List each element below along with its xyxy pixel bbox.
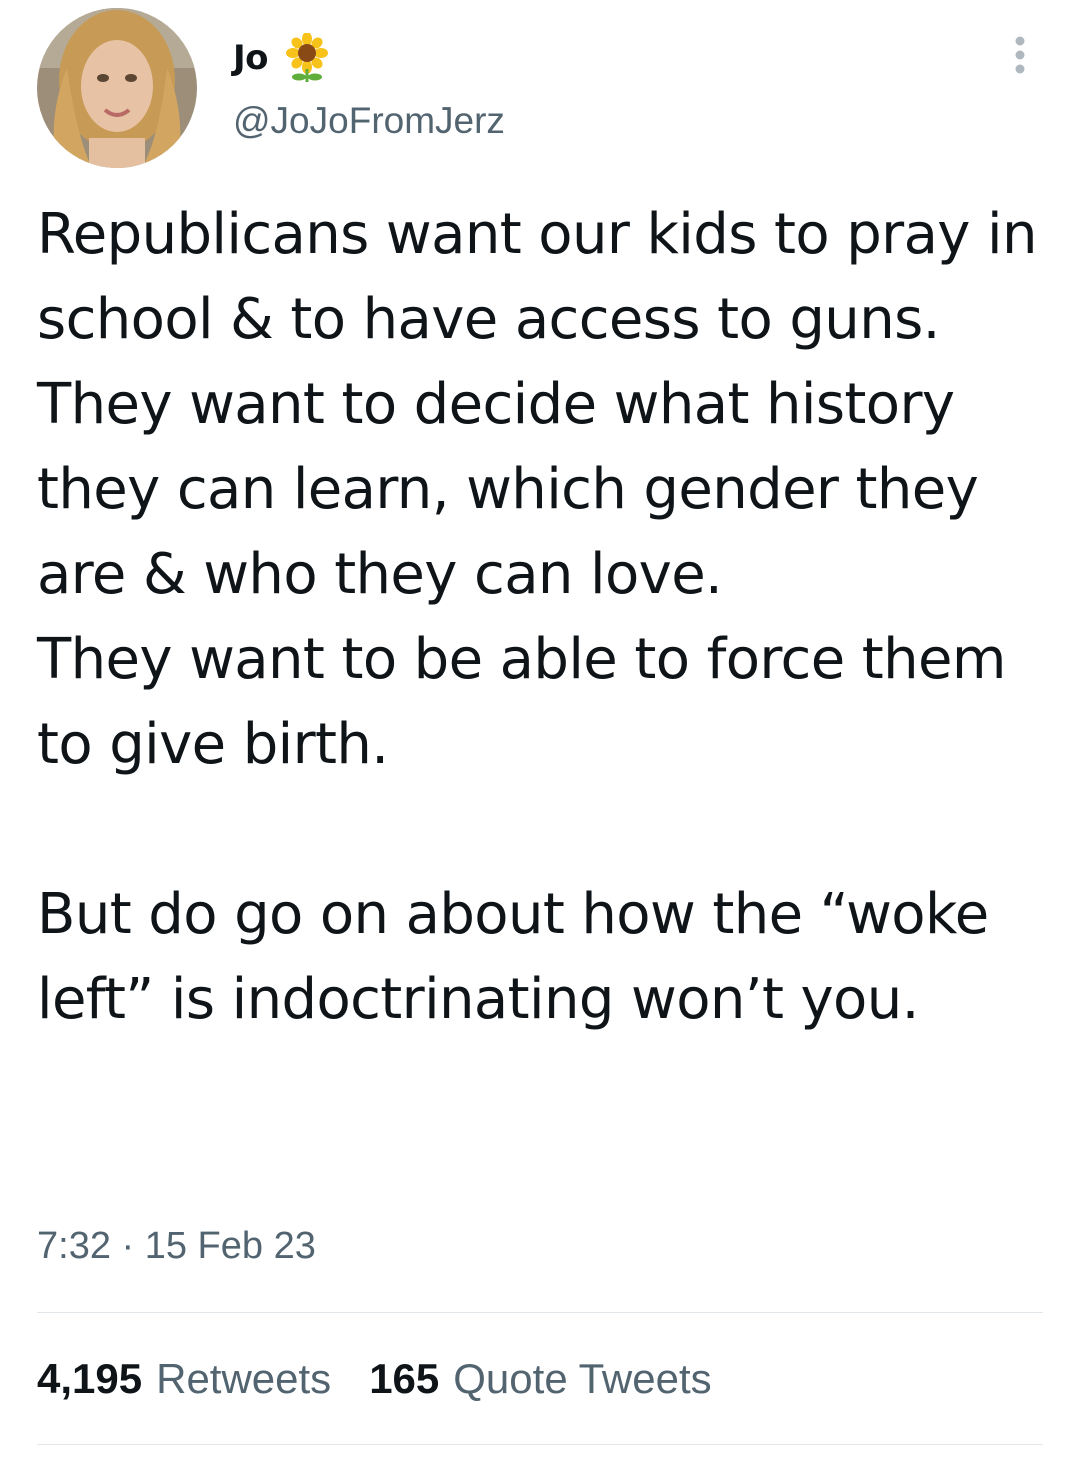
handle[interactable]: @JoJoFromJerz — [233, 100, 505, 142]
divider — [37, 1312, 1043, 1313]
retweets-count: 4,195 — [37, 1355, 143, 1402]
quote-tweets-stat[interactable]: 165 Quote Tweets — [369, 1355, 711, 1403]
retweets-label: Retweets — [156, 1355, 332, 1402]
display-name-row: Jo — [233, 32, 332, 84]
tweet-timestamp[interactable]: 7:32 · 15 Feb 23 — [37, 1225, 316, 1268]
profile-photo — [37, 8, 197, 168]
sunflower-icon — [282, 32, 332, 83]
retweets-stat[interactable]: 4,195 Retweets — [37, 1355, 331, 1403]
divider — [37, 1444, 1043, 1445]
engagement-stats: 4,195 Retweets 165 Quote Tweets — [37, 1355, 712, 1403]
display-name[interactable]: Jo — [233, 38, 269, 78]
tweet-text: Republicans want our kids to pray in sch… — [37, 202, 1037, 1032]
quote-tweets-count: 165 — [369, 1355, 440, 1402]
quote-tweets-label: Quote Tweets — [453, 1355, 712, 1402]
more-vertical-icon — [1015, 36, 1025, 74]
avatar[interactable] — [37, 8, 197, 168]
more-options-button[interactable] — [1004, 34, 1036, 76]
